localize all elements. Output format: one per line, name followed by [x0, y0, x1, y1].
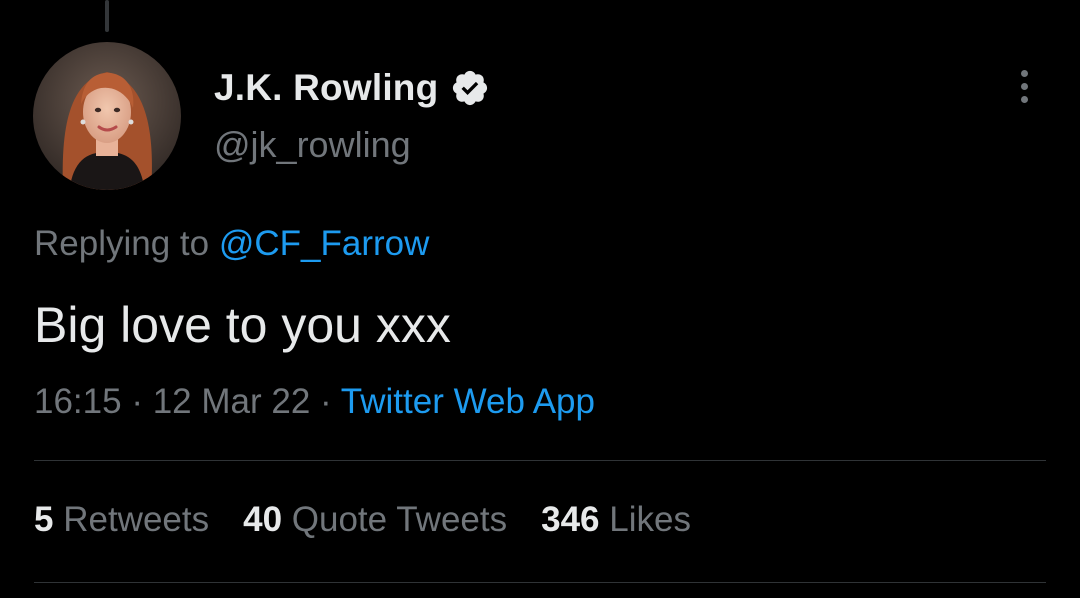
author-name-row[interactable]: J.K. Rowling	[214, 64, 490, 112]
thread-connector-line	[105, 0, 109, 32]
likes-label: Likes	[609, 500, 691, 539]
tweet-date[interactable]: 12 Mar 22	[153, 382, 311, 421]
replying-prefix: Replying to	[34, 224, 210, 263]
more-dot	[1020, 82, 1028, 90]
likes-count: 346	[541, 500, 600, 539]
more-dot	[1020, 95, 1028, 103]
more-options-icon[interactable]	[1004, 66, 1044, 106]
divider	[34, 460, 1046, 461]
meta-separator: ·	[320, 382, 332, 421]
retweets-label: Retweets	[63, 500, 210, 539]
display-name[interactable]: J.K. Rowling	[214, 67, 438, 109]
retweets-count: 5	[34, 500, 54, 539]
avatar-image	[33, 42, 181, 190]
quote-tweets-count: 40	[243, 500, 283, 539]
tweet-stats: 5 Retweets 40 Quote Tweets 346 Likes	[34, 500, 691, 540]
tweet-source-link[interactable]: Twitter Web App	[341, 382, 595, 421]
tweet-text: Big love to you xxx	[34, 297, 451, 353]
more-dot	[1020, 69, 1028, 77]
author-handle[interactable]: @jk_rowling	[214, 124, 411, 166]
reply-mention-link[interactable]: @CF_Farrow	[219, 224, 430, 263]
retweets-stat[interactable]: 5 Retweets	[34, 500, 209, 540]
tweet-meta: 16:15 · 12 Mar 22 · Twitter Web App	[34, 382, 595, 422]
likes-stat[interactable]: 346 Likes	[541, 500, 691, 540]
quote-tweets-label: Quote Tweets	[291, 500, 508, 539]
replying-to-line: Replying to @CF_Farrow	[34, 224, 429, 264]
quote-tweets-stat[interactable]: 40 Quote Tweets	[243, 500, 507, 540]
verified-badge-icon	[450, 68, 490, 108]
avatar[interactable]	[33, 42, 181, 190]
divider	[34, 582, 1046, 583]
meta-separator: ·	[131, 382, 143, 421]
tweet-time[interactable]: 16:15	[34, 382, 122, 421]
